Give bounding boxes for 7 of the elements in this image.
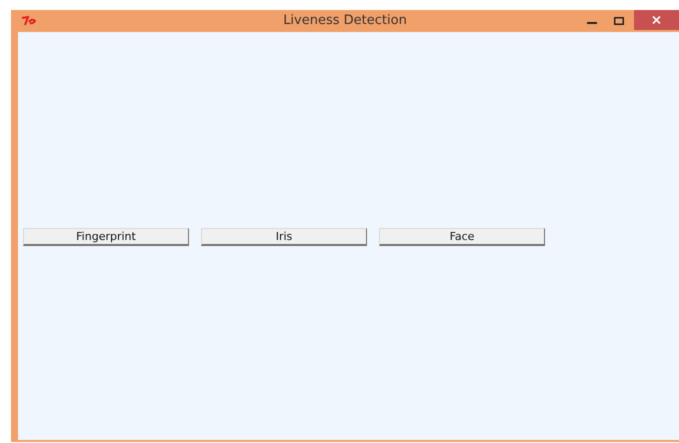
button[interactable]: Iris [201, 228, 367, 246]
close-icon [652, 16, 661, 24]
maximize-icon[interactable] [614, 16, 624, 26]
window-title: Liveness Detection [282, 12, 408, 30]
button[interactable]: Face [379, 228, 545, 246]
close-button[interactable] [634, 10, 679, 30]
button[interactable]: Fingerprint [23, 228, 189, 246]
